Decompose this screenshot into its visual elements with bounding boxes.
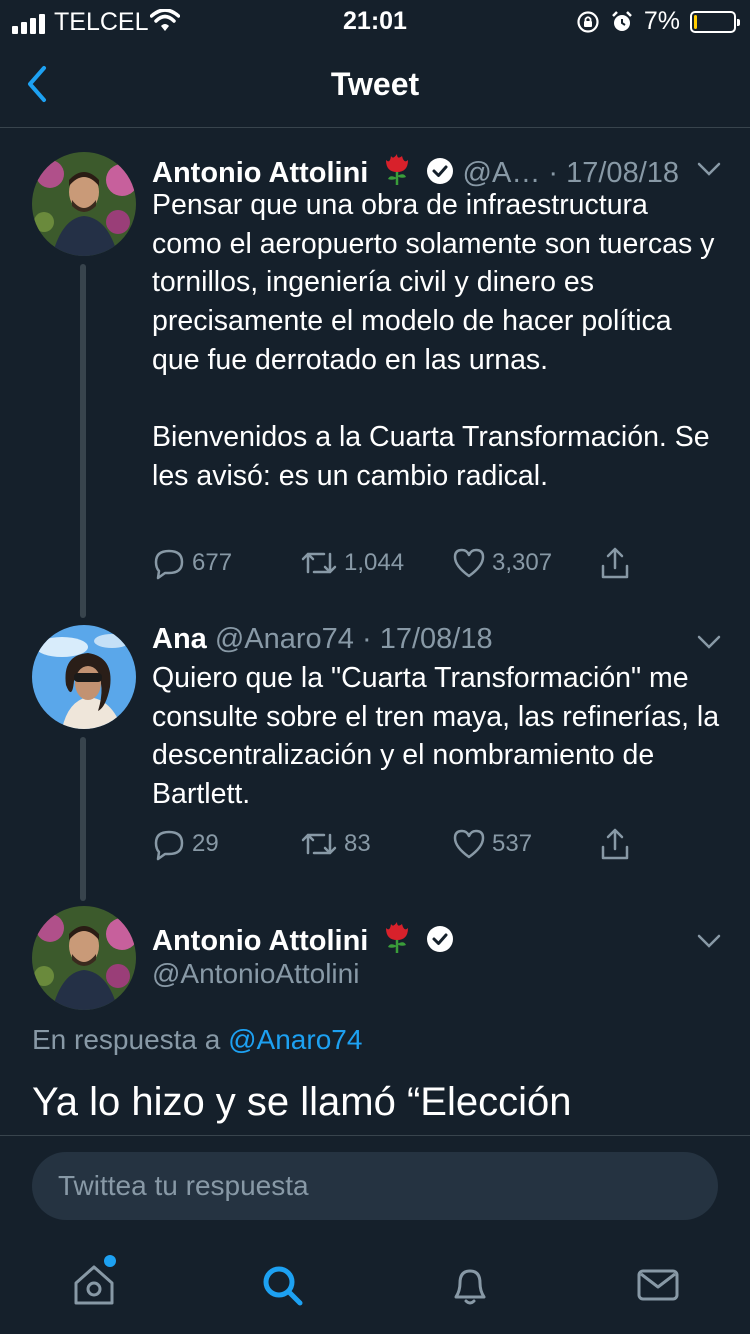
chevron-down-icon[interactable]: [696, 160, 722, 178]
tweet-date: · 17/08/18: [362, 623, 493, 655]
reply-context: En respuesta a @Anaro74: [32, 1024, 362, 1056]
status-bar: TELCEL 21:01 7%: [0, 0, 750, 42]
rotation-lock-icon: [577, 10, 599, 33]
share-button[interactable]: [598, 546, 632, 580]
verified-icon: [427, 926, 454, 952]
reply-count: 29: [192, 830, 219, 857]
author-name[interactable]: Antonio Attolini: [152, 925, 368, 957]
tweet-text: Quiero que la "Cuarta Transformación" me…: [152, 662, 728, 811]
reply-to-link[interactable]: @Anaro74: [228, 1024, 362, 1055]
avatar[interactable]: [32, 906, 136, 1010]
like-button[interactable]: 3,307: [452, 546, 552, 580]
retweet-icon: [301, 833, 337, 855]
reply-input[interactable]: [32, 1152, 718, 1220]
tab-home[interactable]: [70, 1255, 118, 1309]
retweet-button[interactable]: 83: [300, 827, 371, 861]
tweet-header: Ana @Anaro74 · 17/08/18: [152, 623, 726, 663]
retweet-count: 1,044: [344, 549, 405, 576]
share-icon: [601, 547, 629, 579]
tweet-actions: 677 1,044 3,307: [152, 546, 652, 586]
heart-icon: [453, 829, 485, 859]
reply-count: 677: [192, 549, 233, 576]
author-handle[interactable]: @A…: [463, 157, 541, 189]
search-icon: [263, 1266, 303, 1306]
page-title: Tweet: [330, 66, 420, 102]
like-button[interactable]: 537: [452, 827, 532, 861]
focused-tweet-text: Ya lo hizo y se llamó “Elección: [32, 1080, 572, 1124]
tweet-2[interactable]: Ana @Anaro74 · 17/08/18 Quiero que la "C…: [0, 623, 750, 905]
reply-icon: [154, 549, 184, 580]
tweet-1[interactable]: Antonio Attolini @A… · 17/08/18 Pensar q…: [0, 152, 750, 622]
reply-button[interactable]: 29: [152, 827, 219, 861]
reply-button[interactable]: 677: [152, 546, 232, 580]
rose-icon: [386, 154, 409, 185]
reply-icon: [154, 830, 184, 861]
avatar[interactable]: [32, 625, 136, 729]
retweet-icon: [301, 552, 337, 574]
battery-percent: 7%: [643, 7, 680, 35]
reply-prefix: En respuesta a: [32, 1024, 221, 1055]
verified-icon: [427, 158, 454, 184]
like-count: 3,307: [492, 549, 553, 576]
author-handle[interactable]: @AntonioAttolini: [152, 958, 359, 990]
author-handle[interactable]: @Anaro74: [215, 623, 354, 655]
thread-line: [80, 264, 86, 618]
notifications-icon: [454, 1269, 486, 1305]
alarm-icon: [611, 10, 632, 31]
rose-icon: [386, 922, 409, 953]
retweet-button[interactable]: 1,044: [300, 546, 404, 580]
chevron-down-icon[interactable]: [696, 932, 722, 950]
battery-icon: [690, 10, 740, 33]
reply-bar: [0, 1135, 750, 1233]
retweet-count: 83: [344, 830, 371, 857]
heart-icon: [453, 548, 485, 578]
tab-search[interactable]: [258, 1261, 306, 1309]
notification-dot: [104, 1255, 116, 1267]
tweet-actions: 29 83 537: [152, 827, 652, 867]
nav-bar: Tweet: [0, 42, 750, 128]
thread-line: [80, 737, 86, 901]
home-icon: [74, 1265, 114, 1305]
tweet-date: · 17/08/18: [548, 157, 680, 189]
author-name[interactable]: Ana: [152, 623, 207, 655]
chevron-down-icon[interactable]: [696, 633, 722, 651]
share-button[interactable]: [598, 827, 632, 861]
tweet-text: Pensar que una obra de infraestructura c…: [152, 189, 715, 492]
tab-messages[interactable]: [634, 1261, 682, 1309]
tweet-header: Antonio Attolini: [152, 920, 726, 960]
messages-icon: [637, 1269, 679, 1301]
share-icon: [601, 828, 629, 860]
author-name[interactable]: Antonio Attolini: [152, 157, 368, 189]
like-count: 537: [492, 830, 533, 857]
avatar[interactable]: [32, 152, 136, 256]
tab-notifications[interactable]: [446, 1261, 494, 1309]
tab-bar: [0, 1233, 750, 1334]
battery-fill: [694, 14, 697, 29]
